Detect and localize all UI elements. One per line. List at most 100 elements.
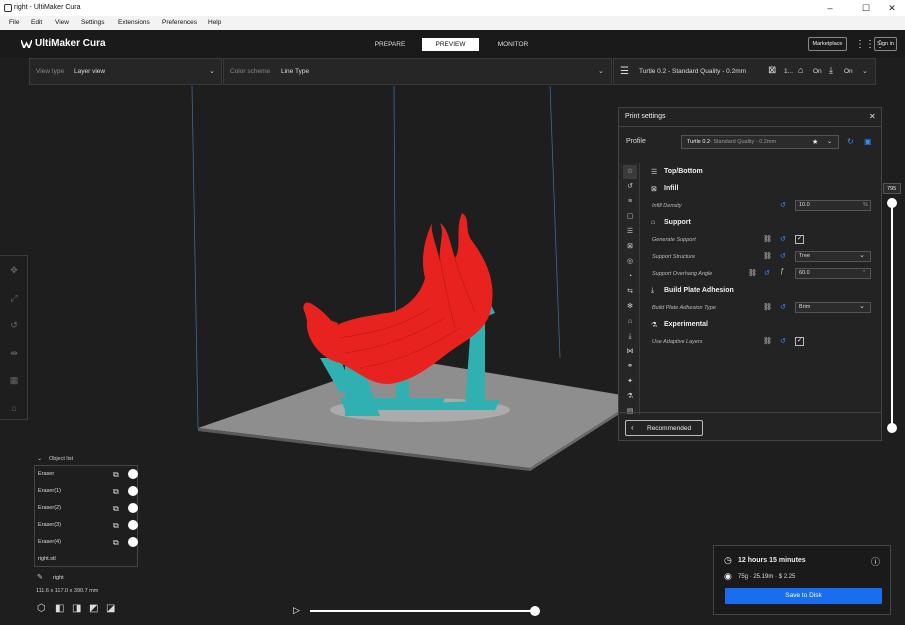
reset-icon[interactable]: ↺: [780, 201, 786, 209]
star-icon[interactable]: ★: [812, 138, 818, 146]
visibility-toggle[interactable]: [128, 537, 138, 547]
menu-view[interactable]: View: [55, 19, 69, 26]
favorites-star-icon[interactable]: ☆: [623, 165, 637, 179]
list-item[interactable]: Eraser(3): [38, 522, 61, 528]
section-topbottom[interactable]: Top/Bottom: [664, 168, 703, 175]
infill-icon[interactable]: ⊠: [623, 240, 637, 254]
topbottom-icon[interactable]: ☰: [623, 225, 637, 239]
marketplace-button[interactable]: Marketplace: [808, 37, 847, 51]
mirror-tool-icon[interactable]: ⇹: [8, 347, 20, 359]
copy-icon[interactable]: ⧉: [113, 538, 122, 547]
copy-icon[interactable]: ⧉: [113, 504, 122, 513]
cooling-icon[interactable]: ✻: [623, 300, 637, 314]
menu-file[interactable]: File: [9, 19, 19, 26]
infill-density-input[interactable]: 10.0 %: [795, 200, 871, 211]
object-list-header[interactable]: Object list: [49, 456, 73, 462]
save-to-disk-button[interactable]: Save to Disk: [725, 588, 882, 604]
scale-tool-icon[interactable]: ⤢: [8, 292, 20, 304]
reset-icon[interactable]: ↺: [764, 269, 770, 277]
support-blocker-icon[interactable]: ⌂: [8, 402, 20, 414]
visibility-toggle[interactable]: [128, 486, 138, 496]
menu-edit[interactable]: Edit: [31, 19, 42, 26]
shell-icon[interactable]: ▢: [623, 210, 637, 224]
sign-in-button[interactable]: Sign in: [874, 37, 897, 51]
tab-monitor[interactable]: MONITOR: [489, 38, 537, 51]
info-icon[interactable]: ⓘ: [871, 555, 880, 568]
menu-extensions[interactable]: Extensions: [118, 19, 150, 26]
visibility-toggle[interactable]: [128, 469, 138, 479]
list-item[interactable]: Eraser(1): [38, 488, 61, 494]
reset-profile-icon[interactable]: ↻: [847, 137, 854, 146]
support-structure-select[interactable]: Tree ⌄: [795, 251, 871, 262]
close-icon[interactable]: ✕: [869, 112, 876, 121]
save-profile-icon[interactable]: ▣: [864, 137, 872, 146]
copy-icon[interactable]: ⧉: [113, 521, 122, 530]
adaptive-layers-checkbox[interactable]: ✓: [795, 337, 804, 346]
undo-icon[interactable]: ↺: [623, 180, 637, 194]
visibility-toggle[interactable]: [128, 503, 138, 513]
section-infill[interactable]: Infill: [664, 185, 678, 192]
view-right-icon[interactable]: ◪: [106, 603, 115, 614]
layer-number-box[interactable]: 795: [883, 183, 901, 194]
link-icon[interactable]: ⛓: [763, 252, 772, 260]
section-adhesion[interactable]: Build Plate Adhesion: [664, 287, 734, 294]
layer-slider-top-handle[interactable]: [887, 198, 897, 208]
mesh-fixes-icon[interactable]: ⚭: [623, 360, 637, 374]
adhesion-icon[interactable]: ⤓: [623, 330, 637, 344]
layer-slider-track[interactable]: [891, 202, 893, 428]
color-scheme-select[interactable]: Color scheme Line Type ⌄: [223, 58, 612, 85]
adhesion-type-select[interactable]: Brim ⌄: [795, 302, 871, 313]
menu-settings[interactable]: Settings: [81, 19, 105, 26]
close-window-button[interactable]: ✕: [883, 2, 901, 14]
maximize-button[interactable]: ☐: [857, 2, 875, 14]
visibility-toggle[interactable]: [128, 520, 138, 530]
link-icon[interactable]: ⛓: [748, 269, 757, 277]
menu-preferences[interactable]: Preferences: [162, 19, 197, 26]
list-item[interactable]: right.stl: [38, 556, 56, 562]
tab-prepare[interactable]: PREPARE: [367, 38, 413, 51]
overhang-angle-input[interactable]: 60.0 °: [795, 268, 871, 279]
reset-icon[interactable]: ↺: [780, 235, 786, 243]
special-modes-icon[interactable]: ✦: [623, 375, 637, 389]
list-item[interactable]: Eraser: [38, 471, 54, 477]
move-tool-icon[interactable]: ✥: [8, 264, 20, 276]
recommended-button[interactable]: ‹ Recommended: [625, 420, 703, 436]
list-item[interactable]: Eraser(4): [38, 539, 61, 545]
speed-icon[interactable]: ◔: [623, 270, 637, 284]
profile-dropdown[interactable]: Turtle 0.2 - Standard Quality - 0.2mm ★ …: [681, 135, 839, 149]
view-top-icon[interactable]: ◨: [72, 603, 81, 614]
link-icon[interactable]: ⛓: [763, 337, 772, 345]
link-icon[interactable]: ⛓: [763, 235, 772, 243]
view-type-select[interactable]: View type Layer view ⌄: [29, 58, 222, 85]
section-experimental[interactable]: Experimental: [664, 321, 708, 328]
generate-support-checkbox[interactable]: ✓: [795, 235, 804, 244]
section-support[interactable]: Support: [664, 219, 691, 226]
dual-extrusion-icon[interactable]: ⋈: [623, 345, 637, 359]
layer-slider-bottom-handle[interactable]: [887, 423, 897, 433]
view-front-icon[interactable]: ◧: [55, 603, 64, 614]
print-setup-selector[interactable]: ☰ Turtle 0.2 - Standard Quality - 0.2mm …: [613, 58, 876, 85]
reset-icon[interactable]: ↺: [780, 303, 786, 311]
reset-icon[interactable]: ↺: [780, 337, 786, 345]
quality-icon[interactable]: ≡: [623, 195, 637, 209]
pencil-icon[interactable]: ✎: [37, 573, 43, 581]
list-item[interactable]: Eraser(2): [38, 505, 61, 511]
per-model-settings-icon[interactable]: ▦: [8, 374, 20, 386]
copy-icon[interactable]: ⧉: [113, 470, 122, 479]
minimize-button[interactable]: –: [821, 2, 839, 14]
view-left-icon[interactable]: ◩: [89, 603, 98, 614]
rotate-tool-icon[interactable]: ↺: [8, 319, 20, 331]
menu-help[interactable]: Help: [208, 19, 221, 26]
function-icon[interactable]: ƒ: [780, 268, 784, 275]
travel-icon[interactable]: ⇆: [623, 285, 637, 299]
link-icon[interactable]: ⛓: [763, 303, 772, 311]
play-icon[interactable]: ▷: [293, 605, 300, 616]
support-icon[interactable]: ⌂: [623, 315, 637, 329]
experimental-icon[interactable]: ⚗: [623, 390, 637, 404]
tab-preview[interactable]: PREVIEW: [422, 38, 479, 51]
reset-icon[interactable]: ↺: [780, 252, 786, 260]
copy-icon[interactable]: ⧉: [113, 487, 122, 496]
material-icon[interactable]: ◎: [623, 255, 637, 269]
chevron-down-icon[interactable]: ⌄: [37, 455, 42, 462]
view-3d-icon[interactable]: ⬡: [37, 603, 46, 614]
